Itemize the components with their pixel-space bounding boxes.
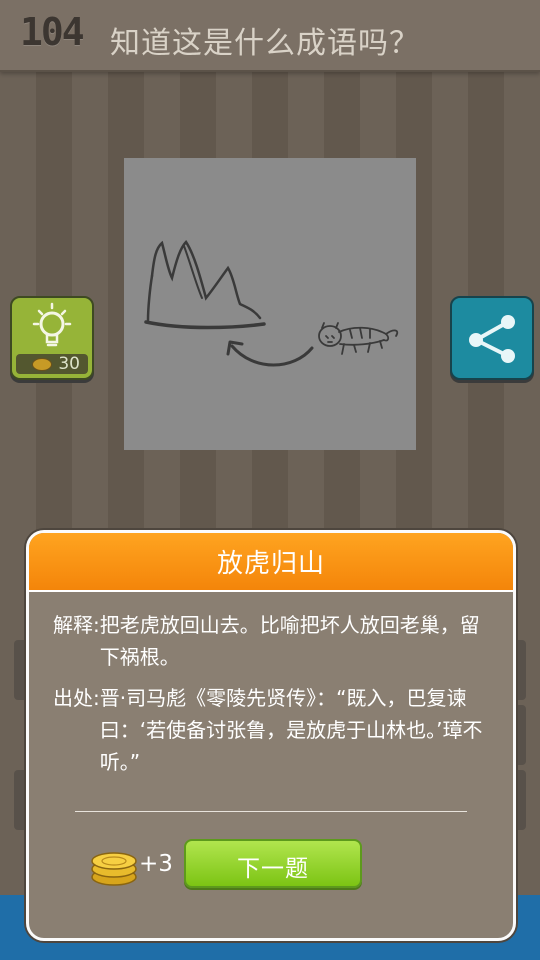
- source-row: 出处: 晋·司马彪《零陵先贤传》：“既入，巴复谏曰：‘若使备讨张鲁，是放虎于山林…: [53, 682, 493, 778]
- meaning-label: 解释:: [53, 613, 100, 637]
- arrow-drawing: [230, 344, 314, 367]
- question-text: 知道这是什么成语吗？: [110, 26, 420, 61]
- idiom-title: 放虎归山: [216, 549, 325, 579]
- meaning-text: 把老虎放回山去。比喻把坏人放回老巢，留下祸根。: [99, 613, 480, 669]
- next-question-label: 下一题: [237, 856, 309, 882]
- hint-cost: 30: [16, 354, 88, 374]
- share-icon: [469, 315, 515, 363]
- tiger-drawing: [318, 322, 399, 355]
- idiom-details: 解释: 把老虎放回山去。比喻把坏人放回老巢，留下祸根。 出处: 晋·司马彪《零陵…: [53, 609, 493, 778]
- coin-icon: [32, 358, 52, 371]
- top-bar: 104 知道这是什么成语吗？: [0, 0, 540, 72]
- hint-cost-value: 30: [58, 354, 80, 374]
- dialog-header: 放虎归山: [29, 533, 513, 592]
- puzzle-image: [124, 158, 416, 450]
- source-text: 晋·司马彪《零陵先贤传》：“既入，巴复谏曰：‘若使备讨张鲁，是放虎于山林也。’璋…: [99, 686, 483, 774]
- next-question-button[interactable]: 下一题: [184, 839, 362, 888]
- source-label: 出处:: [53, 686, 100, 710]
- level-number: 104: [20, 10, 85, 54]
- mountain-drawing: [150, 240, 262, 320]
- meaning-row: 解释: 把老虎放回山去。比喻把坏人放回老巢，留下祸根。: [53, 609, 493, 673]
- lightbulb-icon: [32, 302, 72, 347]
- answer-dialog: 放虎归山 解释: 把老虎放回山去。比喻把坏人放回老巢，留下祸根。 出处: 晋·司…: [26, 530, 516, 941]
- share-button[interactable]: [450, 296, 534, 380]
- divider: [75, 811, 467, 812]
- hint-button[interactable]: 30: [10, 296, 94, 380]
- coin-stack-icon: [91, 852, 137, 886]
- reward-amount: +3: [139, 851, 173, 877]
